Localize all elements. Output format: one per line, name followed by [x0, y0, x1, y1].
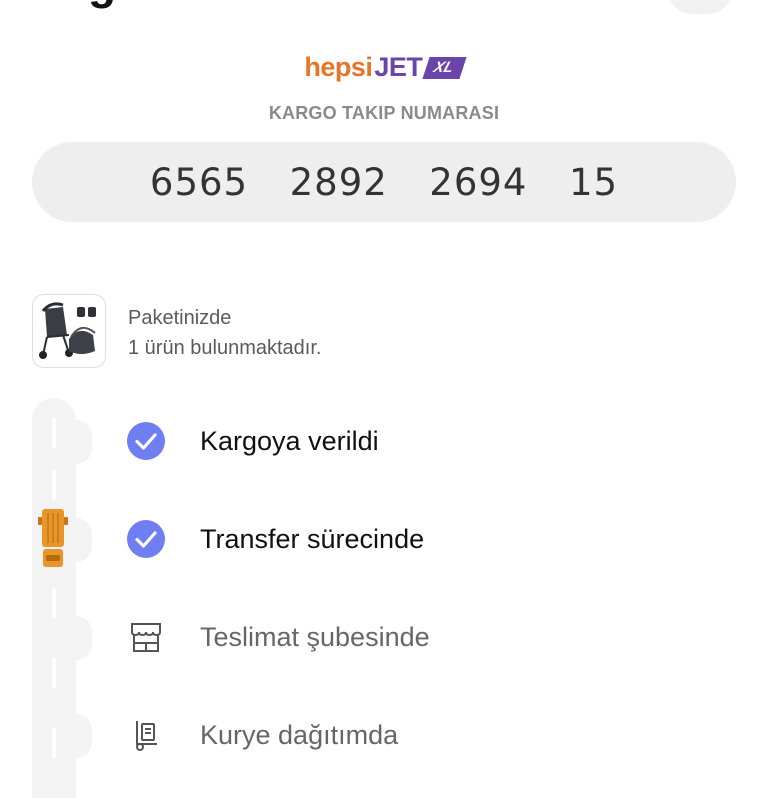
- road-notch: [76, 518, 92, 562]
- courier-icon: [126, 715, 166, 755]
- status-step-label: Teslimat şubesinde: [200, 621, 430, 652]
- status-step-label: Kurye dağıtımda: [200, 719, 399, 750]
- hepsijet-xl-logo: hepsi JET XL: [0, 52, 768, 92]
- status-step-kurye-dagitimda: Kurye dağıtımda: [126, 713, 398, 757]
- status-step-kargoya-verildi: Kargoya verildi: [126, 419, 379, 463]
- road-dash: [52, 418, 56, 448]
- package-info-line2: 1 ürün bulunmaktadır.: [128, 337, 322, 359]
- stroller-product-image: [39, 302, 96, 359]
- package-product-thumbnail[interactable]: [32, 294, 106, 368]
- status-step-transfer-surecinde: Transfer sürecinde: [126, 517, 424, 561]
- tracking-number-box[interactable]: 6565 2892 2694 15: [32, 142, 736, 222]
- tracking-number[interactable]: 6565 2892 2694 15: [150, 161, 618, 204]
- road-dash: [52, 658, 56, 688]
- road-dash: [52, 470, 56, 500]
- road-notch: [76, 714, 92, 758]
- road-dash: [52, 728, 56, 758]
- status-step-teslimat-subesinde: Teslimat şubesinde: [126, 615, 430, 659]
- status-step-label: Transfer sürecinde: [200, 523, 425, 554]
- package-info: Paketinizde 1 ürün bulunmaktadır.: [128, 303, 321, 363]
- status-step-label: Kargoya verildi: [200, 425, 379, 456]
- store-icon: [126, 617, 166, 657]
- road-notch: [76, 420, 92, 464]
- page-title: g: [88, 0, 116, 10]
- road-notch: [76, 616, 92, 660]
- header-action-button[interactable]: [668, 0, 732, 14]
- timeline-road: [32, 398, 76, 798]
- logo-hepsi-text: hepsi: [304, 52, 373, 82]
- truck-icon: [38, 509, 68, 567]
- package-info-line1: Paketinizde: [128, 307, 232, 329]
- check-circle-icon: [126, 421, 166, 461]
- tracking-number-label: KARGO TAKIP NUMARASI: [268, 103, 500, 123]
- logo-jet-text: JET: [374, 52, 423, 82]
- road-dash: [52, 588, 56, 618]
- logo-xl-badge: XL: [422, 56, 468, 79]
- check-circle-icon: [126, 519, 166, 559]
